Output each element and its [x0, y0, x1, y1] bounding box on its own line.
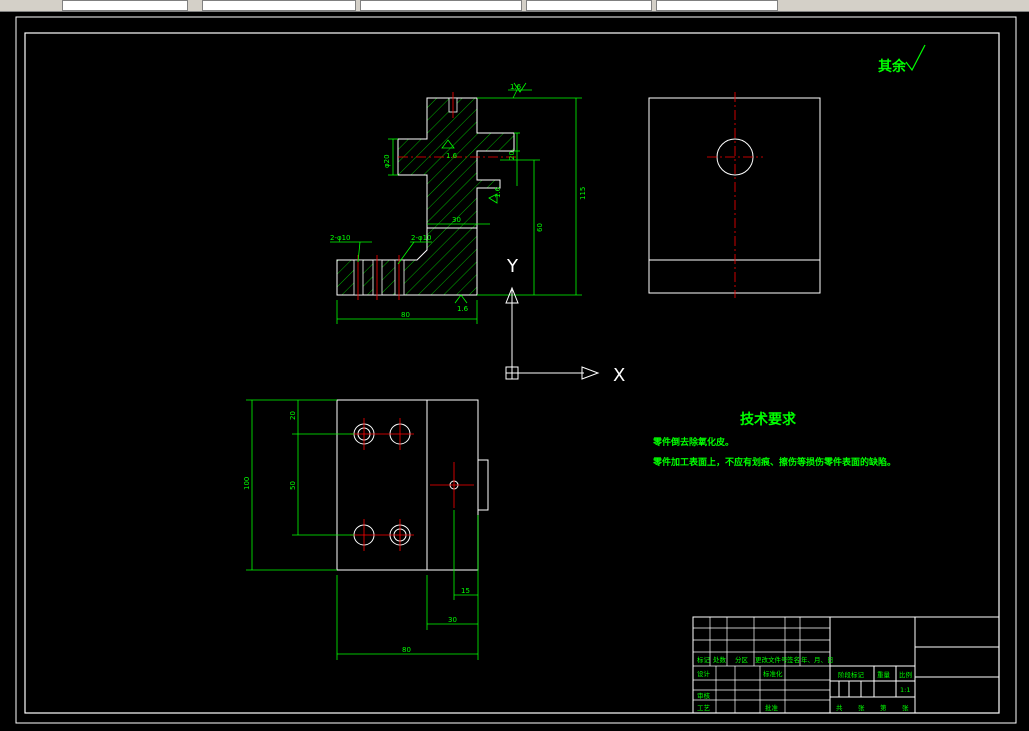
tb-sheets-total: 共	[836, 703, 843, 712]
document-tab-4[interactable]	[526, 0, 652, 11]
dim-hole-b: 2-φ10	[411, 234, 432, 242]
tab-label	[361, 1, 371, 9]
surface-roughness-note: 其余	[878, 44, 926, 75]
dim-height-total: 115	[579, 187, 587, 200]
cad-drawing: 其余 115 60 20 80 φ20 30 2-φ10 2-φ10 1.6 1…	[15, 16, 1017, 724]
roughness-value-1: 1.6	[446, 152, 458, 160]
document-tab-3[interactable]	[360, 0, 522, 11]
dim-plan-w3: 80	[402, 646, 411, 654]
tb-label-design: 设计	[697, 669, 711, 678]
dim-plan-height: 100	[243, 477, 251, 490]
tech-title: 技术要求	[740, 411, 797, 428]
side-view	[648, 92, 821, 298]
dim-small: 20	[508, 151, 516, 160]
document-tab-1[interactable]	[62, 0, 188, 11]
tb-label-standard: 标准化	[763, 669, 783, 678]
dim-plan-w2: 30	[448, 616, 457, 624]
tb-label-process: 工艺	[697, 704, 711, 712]
surface-note-text: 其余	[878, 58, 907, 75]
title-block: 标记 处数 分区 更改文件号 签名 年、月、日 设计 标准化 审核 工艺 批准 …	[692, 616, 1000, 714]
tb-label-mark: 标记	[697, 655, 711, 664]
dim-step: 30	[452, 216, 461, 224]
roughness-value-4: 1.6	[510, 83, 522, 91]
document-tab-5[interactable]	[656, 0, 778, 11]
tb-sheets-index: 第	[880, 703, 887, 712]
tb-sheets-unit-1: 张	[858, 703, 865, 712]
ucs-y-label: Y	[506, 256, 519, 277]
roughness-value-3: 1.6	[457, 305, 469, 313]
tb-label-zone: 分区	[735, 655, 749, 664]
tb-label-scale: 比例	[899, 670, 912, 679]
tech-line-2: 零件加工表面上，不应有划痕、擦伤等损伤零件表面的缺陷。	[652, 456, 896, 468]
tb-scale-value: 1:1	[900, 686, 910, 694]
tb-label-date: 年、月、日	[801, 655, 834, 664]
ucs-icon	[505, 286, 600, 380]
tab-label	[203, 1, 213, 9]
dim-plan-top: 20	[289, 411, 297, 420]
tab-label	[527, 1, 537, 9]
tb-label-signature: 签名	[787, 655, 800, 664]
drawing-viewport[interactable]: 其余 115 60 20 80 φ20 30 2-φ10 2-φ10 1.6 1…	[0, 12, 1029, 731]
tb-sheets-unit-2: 张	[902, 703, 909, 712]
tb-label-review: 审核	[697, 691, 711, 700]
tab-label	[63, 1, 73, 9]
tb-label-stage: 阶段标记	[838, 670, 865, 679]
roughness-symbol-icon	[905, 44, 926, 72]
dim-width-bottom: 80	[401, 311, 410, 319]
plan-view: 100 50 20 15 30 80	[243, 399, 489, 660]
tech-line-1: 零件倒去除氧化皮。	[652, 436, 734, 448]
dim-height-mid: 60	[536, 223, 544, 232]
technical-requirements: 技术要求 零件倒去除氧化皮。 零件加工表面上，不应有划痕、擦伤等损伤零件表面的缺…	[652, 411, 896, 468]
roughness-value-2: 1.6	[494, 186, 502, 198]
tb-label-approve: 批准	[765, 703, 779, 712]
dim-plan-w1: 15	[461, 587, 470, 595]
tb-label-weight: 重量	[877, 671, 891, 679]
tab-label	[657, 1, 667, 9]
tb-label-change-doc: 更改文件号	[755, 655, 788, 664]
document-tab-bar	[0, 0, 1029, 12]
dim-bore: φ20	[383, 154, 391, 168]
dim-hole-a: 2-φ10	[330, 234, 351, 242]
tb-label-count: 处数	[713, 655, 727, 664]
ucs-x-label: X	[613, 365, 625, 386]
document-tab-2[interactable]	[202, 0, 356, 11]
front-section-view: 115 60 20 80 φ20 30 2-φ10 2-φ10 1.6 1.6 …	[330, 82, 587, 324]
dim-plan-spacing: 50	[289, 481, 297, 490]
